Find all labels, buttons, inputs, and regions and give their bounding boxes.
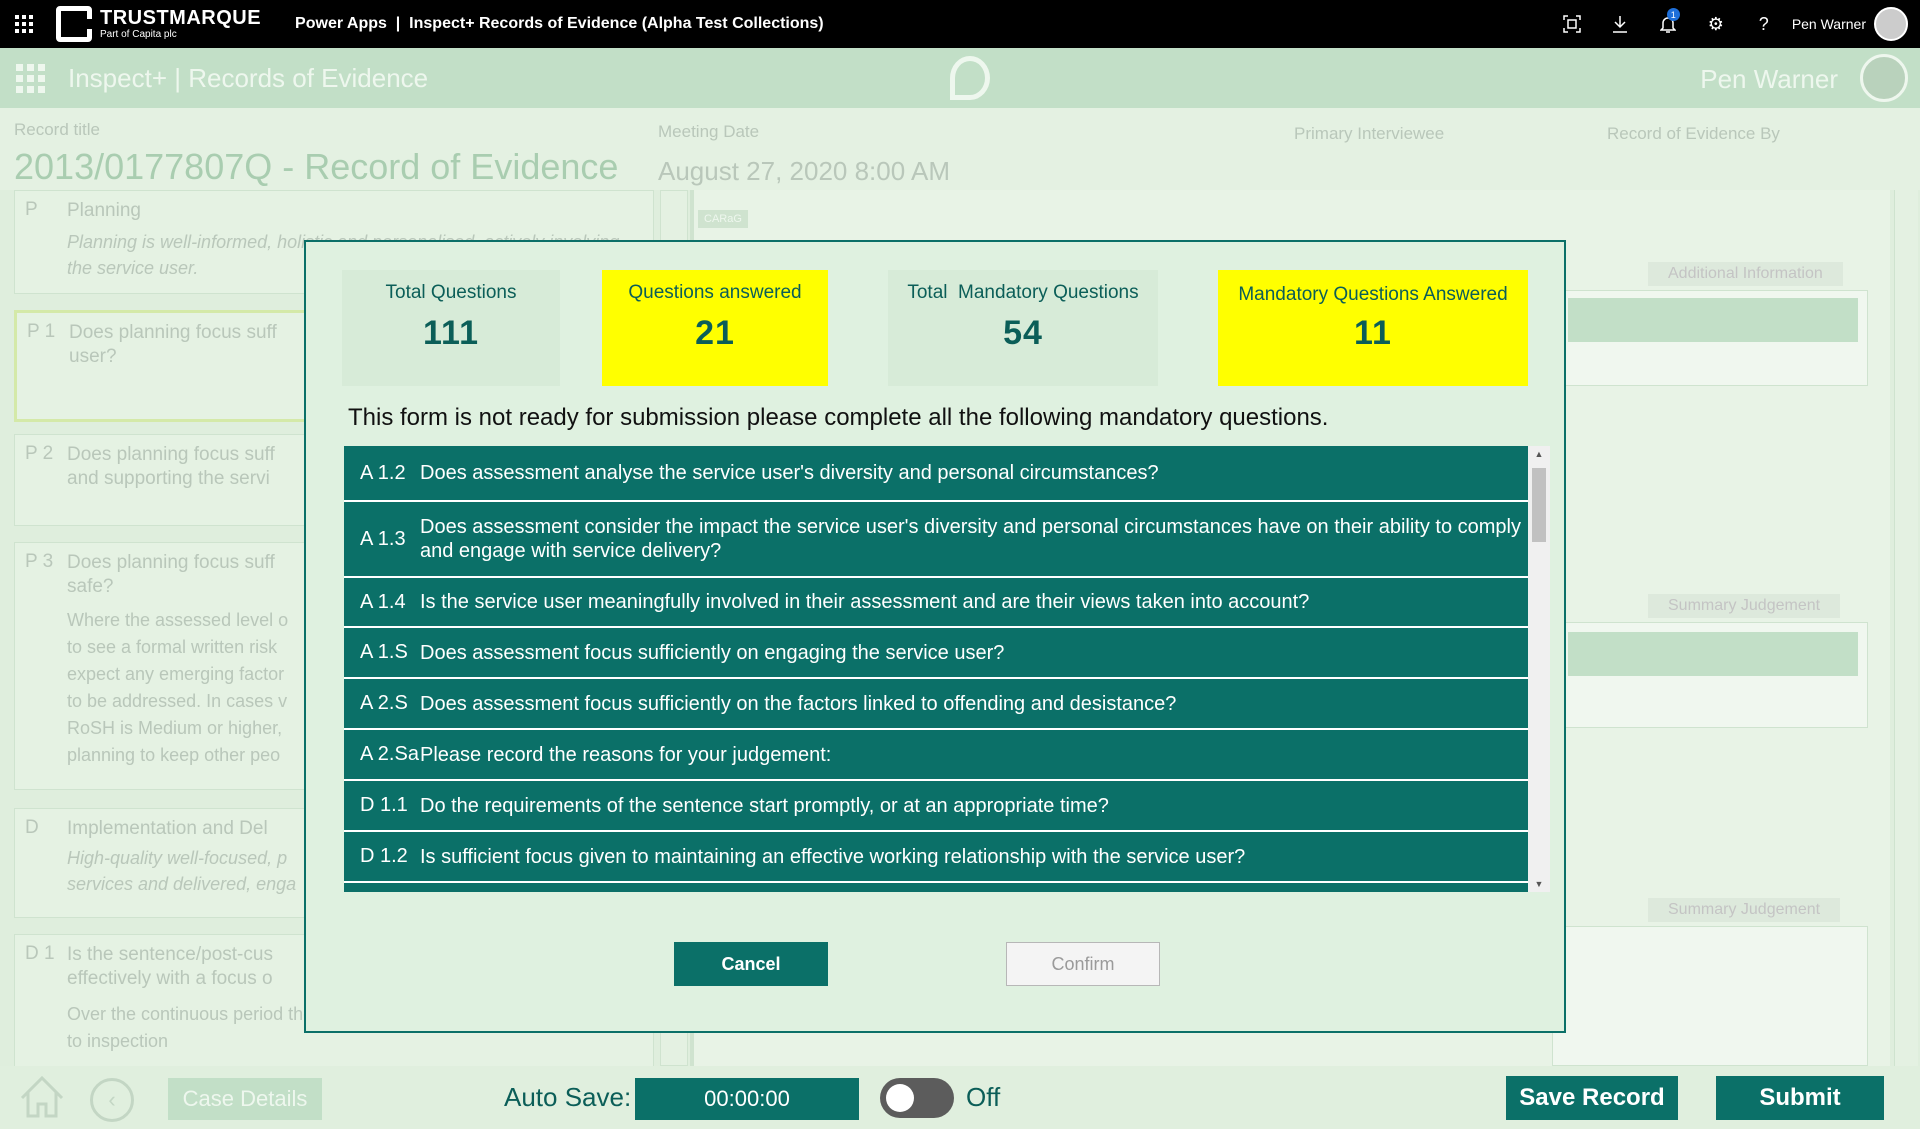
- question-row[interactable]: A 1.2 Does assessment analyse the servic…: [344, 446, 1528, 502]
- confirm-button[interactable]: Confirm: [1006, 942, 1160, 986]
- summary-judgement-bar-1: [1568, 632, 1858, 676]
- app-header-avatar: [1860, 54, 1908, 102]
- question-row-partial[interactable]: [344, 883, 1528, 892]
- app-header-title: Inspect+ | Records of Evidence: [68, 62, 429, 93]
- stat-questions-answered: Questions answered 21: [602, 270, 828, 386]
- stat-label: Total Questions: [385, 282, 517, 303]
- autosave-toggle[interactable]: [880, 1078, 954, 1118]
- question-row[interactable]: A 1.3 Does assessment consider the impac…: [344, 502, 1528, 578]
- mandatory-question-list[interactable]: A 1.2 Does assessment analyse the servic…: [344, 446, 1528, 892]
- submission-check-dialog: Total Questions 111 Questions answered 2…: [304, 240, 1566, 1033]
- carag-tag: CARaG: [698, 210, 748, 228]
- system-top-bar: TRUSTMARQUE Part of Capita plc Power App…: [0, 0, 1920, 48]
- top-avatar[interactable]: [1874, 7, 1908, 41]
- record-title-label: Record title: [14, 120, 100, 139]
- question-row[interactable]: D 1.2 Is sufficient focus given to maint…: [344, 832, 1528, 883]
- stat-value: 54: [1003, 314, 1043, 352]
- save-record-button[interactable]: Save Record: [1506, 1076, 1678, 1120]
- inspect-plus-logo-icon: [950, 56, 990, 100]
- autosave-label: Auto Save:: [504, 1082, 632, 1112]
- stat-value: 11: [1354, 314, 1392, 352]
- evidence-by-label: Record of Evidence By: [1607, 124, 1780, 143]
- toggle-knob: [886, 1084, 914, 1112]
- stat-value: 111: [423, 314, 479, 352]
- summary-judgement-label-2: Summary Judgement: [1648, 898, 1841, 922]
- summary-judgement-label-1: Summary Judgement: [1648, 594, 1841, 618]
- stat-total-mandatory: Total Mandatory Questions 54: [888, 270, 1158, 386]
- stat-value: 21: [695, 314, 735, 352]
- question-row[interactable]: D 1.1 Do the requirements of the sentenc…: [344, 781, 1528, 832]
- case-details-button[interactable]: Case Details: [168, 1078, 322, 1120]
- app-header: Inspect+ | Records of Evidence Pen Warne…: [0, 48, 1920, 108]
- autosave-timer: 00:00:00: [635, 1078, 859, 1120]
- brand-name: TRUSTMARQUE: [100, 7, 262, 29]
- record-title-value: 2013/0177807Q - Record of Evidence: [14, 146, 619, 187]
- app-launcher-icon[interactable]: [0, 0, 48, 48]
- stat-label: Mandatory Questions Answered: [1238, 284, 1508, 305]
- app-header-user: Pen Warner: [1700, 64, 1838, 94]
- app-menu-icon[interactable]: [0, 63, 60, 93]
- notification-badge: 1: [1666, 8, 1680, 21]
- home-icon[interactable]: [18, 1074, 66, 1120]
- autosave-toggle-state: Off: [966, 1082, 1001, 1112]
- additional-info-bar: [1568, 298, 1858, 342]
- download-icon[interactable]: [1596, 0, 1644, 48]
- question-row[interactable]: A 2.Sa Please record the reasons for you…: [344, 730, 1528, 781]
- stat-total-questions: Total Questions 111: [342, 270, 560, 386]
- focus-mode-icon[interactable]: [1548, 0, 1596, 48]
- help-icon[interactable]: ?: [1740, 0, 1788, 48]
- brand-subtitle: Part of Capita plc: [100, 29, 177, 40]
- settings-gear-icon[interactable]: ⚙: [1692, 0, 1740, 48]
- cancel-button[interactable]: Cancel: [674, 942, 828, 986]
- back-arrow-icon[interactable]: ‹: [90, 1078, 134, 1122]
- stat-mandatory-answered: Mandatory Questions Answered 11: [1218, 270, 1528, 386]
- app-title: Power Apps | Inspect+ Records of Evidenc…: [295, 15, 824, 32]
- question-list-scrollbar[interactable]: ▲ ▼: [1528, 446, 1550, 892]
- scroll-thumb[interactable]: [1532, 468, 1546, 542]
- scroll-up-arrow-icon[interactable]: ▲: [1528, 446, 1550, 462]
- question-row[interactable]: A 2.S Does assessment focus sufficiently…: [344, 679, 1528, 730]
- scroll-down-arrow-icon[interactable]: ▼: [1528, 876, 1550, 892]
- question-row[interactable]: A 1.4 Is the service user meaningfully i…: [344, 578, 1528, 628]
- stat-label: Questions answered: [628, 282, 802, 303]
- question-row[interactable]: A 1.S Does assessment focus sufficiently…: [344, 628, 1528, 679]
- trustmarque-logo-icon: [56, 6, 93, 42]
- meeting-date-value: August 27, 2020 8:00 AM: [658, 156, 950, 186]
- meeting-date-label: Meeting Date: [658, 122, 760, 141]
- additional-info-label: Additional Information: [1648, 262, 1843, 286]
- primary-interviewee-label: Primary Interviewee: [1294, 124, 1445, 143]
- brand-logo: TRUSTMARQUE Part of Capita plc: [56, 6, 261, 42]
- stat-label: Total Mandatory Questions: [907, 282, 1139, 303]
- footer-bar: ‹ Case Details Auto Save: 00:00:00 Off S…: [0, 1066, 1920, 1129]
- record-info-bar: Record title 2013/0177807Q - Record of E…: [0, 108, 1920, 190]
- submit-button[interactable]: Submit: [1716, 1076, 1884, 1120]
- submission-warning-text: This form is not ready for submission pl…: [348, 404, 1329, 431]
- notifications-icon[interactable]: 1: [1644, 0, 1692, 48]
- bg-right-scrollbar[interactable]: [1894, 190, 1918, 1066]
- summary-judgement-box-2: [1552, 926, 1868, 1066]
- top-user-name[interactable]: Pen Warner: [1792, 16, 1866, 32]
